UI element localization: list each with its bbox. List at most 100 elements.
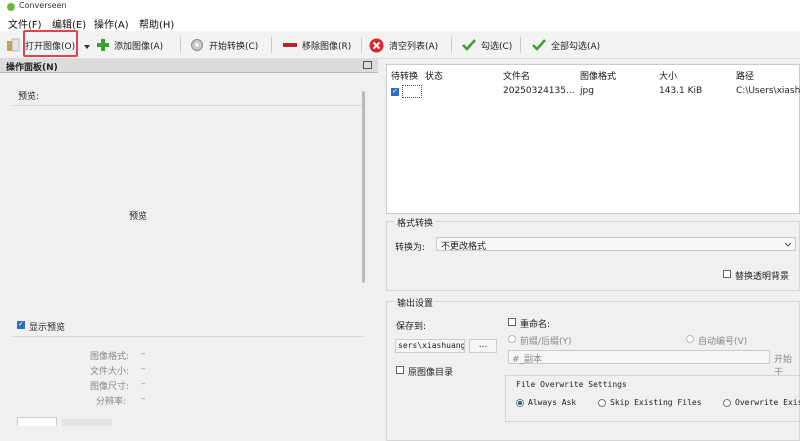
convert-to-select[interactable]: 不更改格式 bbox=[436, 237, 796, 252]
save-path-input[interactable]: sers\xiashuang bbox=[395, 339, 465, 353]
rename-label: 重命名: bbox=[520, 320, 551, 330]
open-images-icon bbox=[7, 38, 20, 52]
overwrite-existing-label: Overwrite Exis bbox=[735, 398, 800, 407]
replace-transparent-label: 替换透明背景 bbox=[735, 272, 790, 282]
menu-file[interactable]: 文件(F) bbox=[8, 16, 42, 31]
toolbar-separator bbox=[520, 37, 521, 53]
format-cell: jpg bbox=[580, 86, 594, 96]
clear-list-label: 清空列表(A) bbox=[389, 41, 439, 52]
filename-cell: 20250324135... bbox=[503, 86, 575, 96]
save-path-value: sers\xiashuang bbox=[398, 341, 465, 350]
format-conversion-group: 格式转换 转换为: 不更改格式 替换透明背景 bbox=[386, 216, 800, 291]
gear-icon bbox=[191, 39, 203, 51]
scrollbar[interactable] bbox=[362, 91, 365, 283]
float-panel-icon[interactable] bbox=[363, 61, 372, 69]
bottom-tab-2[interactable] bbox=[62, 419, 112, 426]
resolution-value: – bbox=[141, 394, 146, 404]
app-icon bbox=[7, 3, 15, 11]
bottom-tab-1[interactable] bbox=[17, 417, 57, 426]
menu-edit[interactable]: 编辑(E) bbox=[52, 16, 86, 31]
toolbar-separator bbox=[180, 37, 181, 53]
check-all-button[interactable]: 全部勾选(A) bbox=[532, 35, 600, 55]
convert-to-value: 不更改格式 bbox=[441, 242, 487, 252]
check-label: 勾选(C) bbox=[481, 41, 513, 52]
title-bar: Converseen bbox=[0, 0, 800, 14]
browse-button[interactable]: ... bbox=[469, 339, 497, 353]
panel-header: 操作面板(N) bbox=[0, 59, 378, 73]
rename-checkbox[interactable] bbox=[508, 318, 516, 326]
window-title: Converseen bbox=[19, 1, 67, 10]
rename-value: #_副本 bbox=[512, 355, 543, 365]
clear-list-button[interactable]: 清空列表(A) bbox=[369, 35, 438, 55]
add-images-button[interactable]: 添加图像(A) bbox=[97, 35, 163, 55]
original-dir-label: 原图像目录 bbox=[408, 368, 454, 378]
show-preview-checkbox[interactable] bbox=[17, 320, 25, 329]
col-header-filename[interactable]: 文件名 bbox=[503, 69, 530, 82]
check-icon bbox=[462, 39, 476, 51]
remove-image-button[interactable]: 移除图像(R) bbox=[283, 35, 351, 55]
toolbar: 打开图像(O) 添加图像(A) 开始转换(C) 移除图像(R) 清空列表(A) … bbox=[0, 31, 800, 59]
toolbar-separator bbox=[361, 37, 362, 53]
check-all-icon bbox=[532, 39, 546, 51]
prefix-suffix-radio[interactable] bbox=[508, 335, 516, 343]
remove-image-label: 移除图像(R) bbox=[302, 41, 352, 52]
path-cell: C:\Users\xiashu bbox=[736, 86, 800, 96]
format-label: 图像格式: bbox=[90, 352, 130, 362]
col-header-path[interactable]: 路径 bbox=[736, 69, 754, 82]
original-dir-checkbox[interactable] bbox=[396, 366, 404, 374]
show-preview-label: 显示预览 bbox=[29, 323, 66, 333]
plus-icon bbox=[97, 39, 109, 51]
main-area: 待转换 状态 文件名 图像格式 大小 路径 20250324135... jpg… bbox=[386, 64, 800, 441]
menu-help[interactable]: 帮助(H) bbox=[139, 16, 174, 31]
overwrite-title: File Overwrite Settings bbox=[516, 380, 627, 389]
menu-actions[interactable]: 操作(A) bbox=[94, 16, 129, 31]
file-size-value: – bbox=[141, 364, 146, 374]
status-cell bbox=[402, 85, 422, 98]
convert-to-label: 转换为: bbox=[395, 243, 426, 253]
save-to-label: 保存到: bbox=[396, 322, 427, 332]
dimensions-value: – bbox=[141, 379, 146, 389]
auto-number-radio[interactable] bbox=[686, 335, 694, 343]
resolution-label: 分辨率: bbox=[96, 397, 127, 407]
preview-label: 预览: bbox=[18, 92, 40, 102]
table-row[interactable]: 20250324135... jpg 143.1 KiB C:\Users\xi… bbox=[387, 83, 800, 98]
chevron-down-icon[interactable] bbox=[84, 45, 90, 49]
auto-number-label: 自动编号(V) bbox=[698, 337, 748, 347]
overwrite-group: File Overwrite Settings Always Ask Skip … bbox=[505, 375, 800, 422]
minus-icon bbox=[283, 43, 297, 47]
always-ask-radio[interactable] bbox=[516, 399, 524, 407]
size-cell: 143.1 KiB bbox=[659, 86, 703, 96]
check-all-label: 全部勾选(A) bbox=[551, 41, 601, 52]
operation-panel: 操作面板(N) 预览: 预览 显示预览 图像格式: – 文件大小: – 图像尺寸… bbox=[0, 59, 378, 441]
close-icon bbox=[369, 38, 384, 52]
col-header-format[interactable]: 图像格式 bbox=[580, 69, 616, 82]
start-convert-button[interactable]: 开始转换(C) bbox=[190, 35, 258, 55]
preview-divider bbox=[13, 105, 363, 106]
prefix-suffix-label: 前缀/后缀(Y) bbox=[520, 337, 572, 347]
skip-existing-label: Skip Existing Files bbox=[610, 398, 702, 407]
col-header-size[interactable]: 大小 bbox=[659, 69, 677, 82]
menu-bar: 文件(F) 编辑(E) 操作(A) 帮助(H) bbox=[0, 14, 800, 31]
output-settings-group: 输出设置 保存到: sers\xiashuang ... 原图像目录 重命名: … bbox=[386, 296, 800, 441]
toolbar-separator bbox=[271, 37, 272, 53]
overwrite-existing-radio[interactable] bbox=[723, 399, 731, 407]
dimensions-label: 图像尺寸: bbox=[90, 382, 130, 392]
check-button[interactable]: 勾选(C) bbox=[462, 35, 512, 55]
file-size-label: 文件大小: bbox=[90, 367, 130, 377]
col-header-status[interactable]: 状态 bbox=[425, 69, 443, 82]
format-conversion-title: 格式转换 bbox=[395, 216, 436, 229]
toolbar-separator bbox=[451, 37, 452, 53]
skip-existing-radio[interactable] bbox=[598, 399, 606, 407]
info-divider bbox=[13, 336, 363, 337]
preview-placeholder: 预览 bbox=[129, 212, 148, 222]
col-header-pending[interactable]: 待转换 bbox=[391, 69, 418, 82]
start-convert-label: 开始转换(C) bbox=[209, 41, 259, 52]
add-images-label: 添加图像(A) bbox=[114, 41, 164, 52]
row-checkbox[interactable] bbox=[391, 87, 399, 96]
file-list: 待转换 状态 文件名 图像格式 大小 路径 20250324135... jpg… bbox=[386, 64, 800, 214]
chevron-down-icon bbox=[785, 243, 791, 247]
rename-input[interactable]: #_副本 bbox=[508, 350, 770, 365]
replace-transparent-checkbox[interactable] bbox=[723, 270, 731, 278]
always-ask-label: Always Ask bbox=[528, 398, 577, 407]
output-settings-title: 输出设置 bbox=[395, 296, 436, 309]
